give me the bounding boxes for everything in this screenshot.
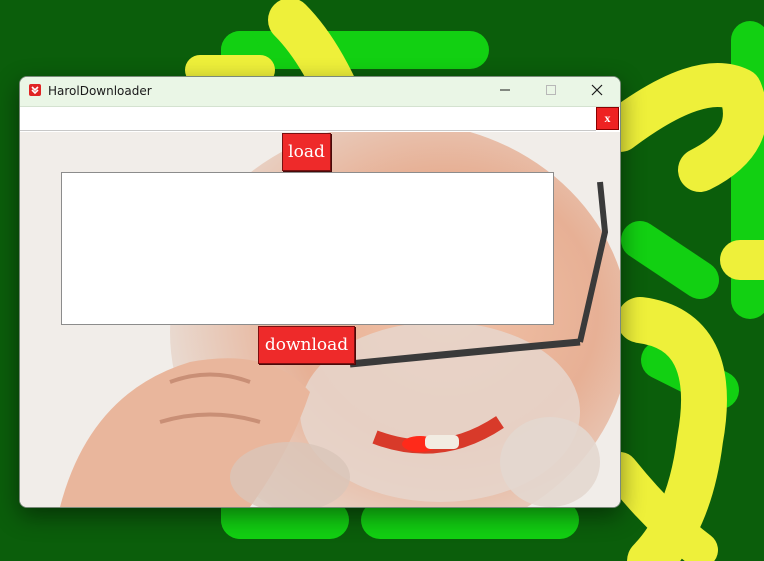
app-window: HarolDownloader x load download [19,76,621,508]
main-panel: load download [20,132,620,507]
load-button[interactable]: load [282,133,331,171]
minimize-icon [499,83,511,101]
url-input[interactable] [20,107,596,131]
maximize-icon [545,83,557,101]
minimize-button[interactable] [482,77,528,106]
app-download-icon [29,84,41,96]
maximize-button[interactable] [528,77,574,106]
close-icon [591,83,603,101]
title-bar[interactable]: HarolDownloader [20,77,620,107]
output-textarea[interactable] [61,172,554,325]
download-button[interactable]: download [258,326,355,364]
close-button[interactable] [574,77,620,106]
clear-url-button[interactable]: x [596,107,619,130]
window-title: HarolDownloader [48,84,152,98]
